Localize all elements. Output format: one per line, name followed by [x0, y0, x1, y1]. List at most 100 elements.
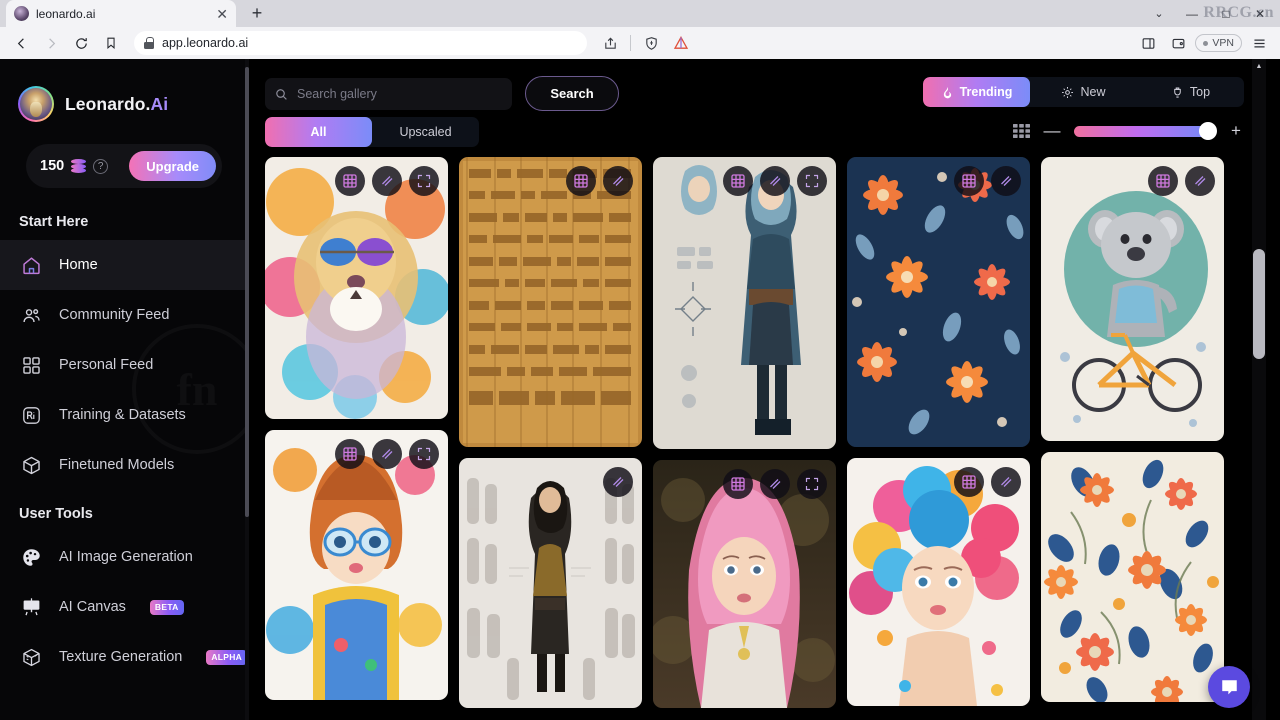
- palette-icon: [20, 546, 42, 568]
- image-variations-icon[interactable]: [1148, 166, 1178, 196]
- main-content: Search All Upscaled Trending: [249, 59, 1266, 720]
- wand-slash-icon[interactable]: [372, 166, 402, 196]
- zoom-slider[interactable]: [1074, 122, 1217, 140]
- wand-slash-icon[interactable]: [1185, 166, 1215, 196]
- search-icon: [275, 88, 288, 101]
- gallery-card-dark-fantasy-woman-character-sheet[interactable]: [459, 458, 642, 708]
- wand-slash-icon[interactable]: [760, 166, 790, 196]
- app-sidebar: fn Leonardo.Ai 150 ? Upgrade Start Here: [0, 59, 249, 720]
- chevron-down-icon[interactable]: ⌄: [1144, 1, 1174, 27]
- wand-slash-icon[interactable]: [372, 439, 402, 469]
- grid-density-icon[interactable]: [1013, 124, 1030, 138]
- question-mark-icon[interactable]: ?: [93, 158, 109, 174]
- sidebar-item-label: Texture Generation: [59, 649, 183, 665]
- gallery-card-koala-riding-bicycle-sketch[interactable]: [1041, 157, 1224, 441]
- image-variations-icon[interactable]: [566, 166, 596, 196]
- zoom-slider-handle[interactable]: [1199, 122, 1217, 140]
- sidebar-item-ai-canvas[interactable]: AI Canvas BETA: [0, 582, 249, 632]
- gallery-card-egyptian-hieroglyphics-papyrus[interactable]: [459, 157, 642, 447]
- gallery-column: [847, 157, 1030, 708]
- address-bar[interactable]: app.leonardo.ai: [134, 31, 588, 55]
- gallery-card-pink-haired-fantasy-portrait[interactable]: [653, 460, 836, 708]
- minimize-button[interactable]: —: [1176, 1, 1208, 27]
- share-icon[interactable]: [597, 30, 623, 56]
- search-input[interactable]: [297, 87, 502, 101]
- expand-fullscreen-icon[interactable]: [409, 166, 439, 196]
- close-icon[interactable]: ✕: [216, 7, 228, 21]
- page-viewport: fn Leonardo.Ai 150 ? Upgrade Start Here: [0, 59, 1280, 720]
- upgrade-button[interactable]: Upgrade: [129, 151, 216, 181]
- gallery-card-blue-haired-warrior-character-sheet[interactable]: [653, 157, 836, 449]
- search-button[interactable]: Search: [525, 76, 619, 111]
- search-field-wrapper[interactable]: [265, 78, 512, 110]
- section-title-start-here: Start Here: [19, 214, 89, 230]
- bookmark-icon[interactable]: [98, 30, 124, 56]
- card-actions: [566, 166, 633, 196]
- expand-fullscreen-icon[interactable]: [797, 469, 827, 499]
- sidebar-item-texture-generation[interactable]: Texture Generation ALPHA: [0, 632, 249, 682]
- page-scrollbar-thumb[interactable]: [1253, 249, 1265, 359]
- card-actions: [723, 469, 827, 499]
- sidebar-item-training-datasets[interactable]: Training & Datasets: [0, 390, 249, 440]
- page-scrollbar[interactable]: ▲: [1252, 59, 1266, 720]
- image-variations-icon[interactable]: [954, 166, 984, 196]
- sidebar-item-label: Community Feed: [59, 307, 170, 323]
- intercom-chat-icon[interactable]: [1208, 666, 1250, 708]
- expand-fullscreen-icon[interactable]: [797, 166, 827, 196]
- leo-ai-icon[interactable]: [668, 30, 694, 56]
- reload-button[interactable]: [68, 30, 94, 56]
- back-button[interactable]: [8, 30, 34, 56]
- tab-new[interactable]: New: [1030, 77, 1137, 107]
- brave-shield-icon[interactable]: [638, 30, 664, 56]
- close-window-button[interactable]: ✕: [1244, 1, 1276, 27]
- image-variations-icon[interactable]: [723, 166, 753, 196]
- zoom-out-button[interactable]: —: [1044, 122, 1061, 139]
- brave-wallet-icon[interactable]: [1165, 30, 1191, 56]
- sidebar-item-label: Home: [59, 257, 98, 273]
- sidebar-item-home[interactable]: Home: [0, 240, 249, 290]
- leonardo-logo-icon: [18, 86, 54, 122]
- gallery-card-girl-glasses-colorful-hair-backpack[interactable]: [265, 430, 448, 700]
- gallery-card-orange-blue-floral-pattern[interactable]: [847, 157, 1030, 447]
- browser-tab[interactable]: leonardo.ai ✕: [6, 0, 236, 27]
- image-variations-icon[interactable]: [335, 439, 365, 469]
- new-tab-button[interactable]: +: [244, 0, 270, 26]
- app-logo[interactable]: Leonardo.Ai: [0, 59, 249, 122]
- card-actions: [335, 166, 439, 196]
- sidebar-nav: Home Community Feed Personal Feed Traini…: [0, 240, 249, 490]
- sidebar-item-personal-feed[interactable]: Personal Feed: [0, 340, 249, 390]
- tab-all[interactable]: All: [265, 117, 372, 147]
- wand-slash-icon[interactable]: [991, 166, 1021, 196]
- vpn-button[interactable]: VPN: [1195, 34, 1242, 52]
- hamburger-menu-icon[interactable]: [1246, 30, 1272, 56]
- tab-top[interactable]: Top: [1137, 77, 1244, 107]
- gallery-card-colorful-watercolor-lion-sunglasses[interactable]: [265, 157, 448, 419]
- wand-slash-icon[interactable]: [603, 166, 633, 196]
- gallery-card-orange-navy-folk-floral-pattern[interactable]: [1041, 452, 1224, 702]
- wand-slash-icon[interactable]: [760, 469, 790, 499]
- image-variations-icon[interactable]: [335, 166, 365, 196]
- image-variations-icon[interactable]: [954, 467, 984, 497]
- tab-upscaled[interactable]: Upscaled: [372, 117, 479, 147]
- expand-fullscreen-icon[interactable]: [409, 439, 439, 469]
- sidebar-toggle-icon[interactable]: [1135, 30, 1161, 56]
- sidebar-tools: AI Image Generation AI Canvas BETA Textu…: [0, 532, 249, 682]
- maximize-button[interactable]: □: [1210, 1, 1242, 27]
- credit-amount: 150: [40, 158, 65, 174]
- sidebar-item-finetuned-models[interactable]: Finetuned Models: [0, 440, 249, 490]
- gallery-card-rainbow-hair-doll-portrait[interactable]: [847, 458, 1030, 706]
- tab-trending[interactable]: Trending: [923, 77, 1030, 107]
- trophy-icon: [1171, 86, 1184, 99]
- sidebar-item-community-feed[interactable]: Community Feed: [0, 290, 249, 340]
- sidebar-item-ai-image-generation[interactable]: AI Image Generation: [0, 532, 249, 582]
- wand-slash-icon[interactable]: [991, 467, 1021, 497]
- leonardo-favicon-icon: [14, 6, 29, 21]
- zoom-in-button[interactable]: +: [1228, 122, 1244, 139]
- gallery-column: [265, 157, 448, 708]
- training-icon: [20, 404, 42, 426]
- card-actions: [954, 166, 1021, 196]
- image-variations-icon[interactable]: [723, 469, 753, 499]
- credit-bar: 150 ? Upgrade: [26, 144, 222, 188]
- wand-slash-icon[interactable]: [603, 467, 633, 497]
- scroll-up-arrow-icon[interactable]: ▲: [1252, 59, 1266, 73]
